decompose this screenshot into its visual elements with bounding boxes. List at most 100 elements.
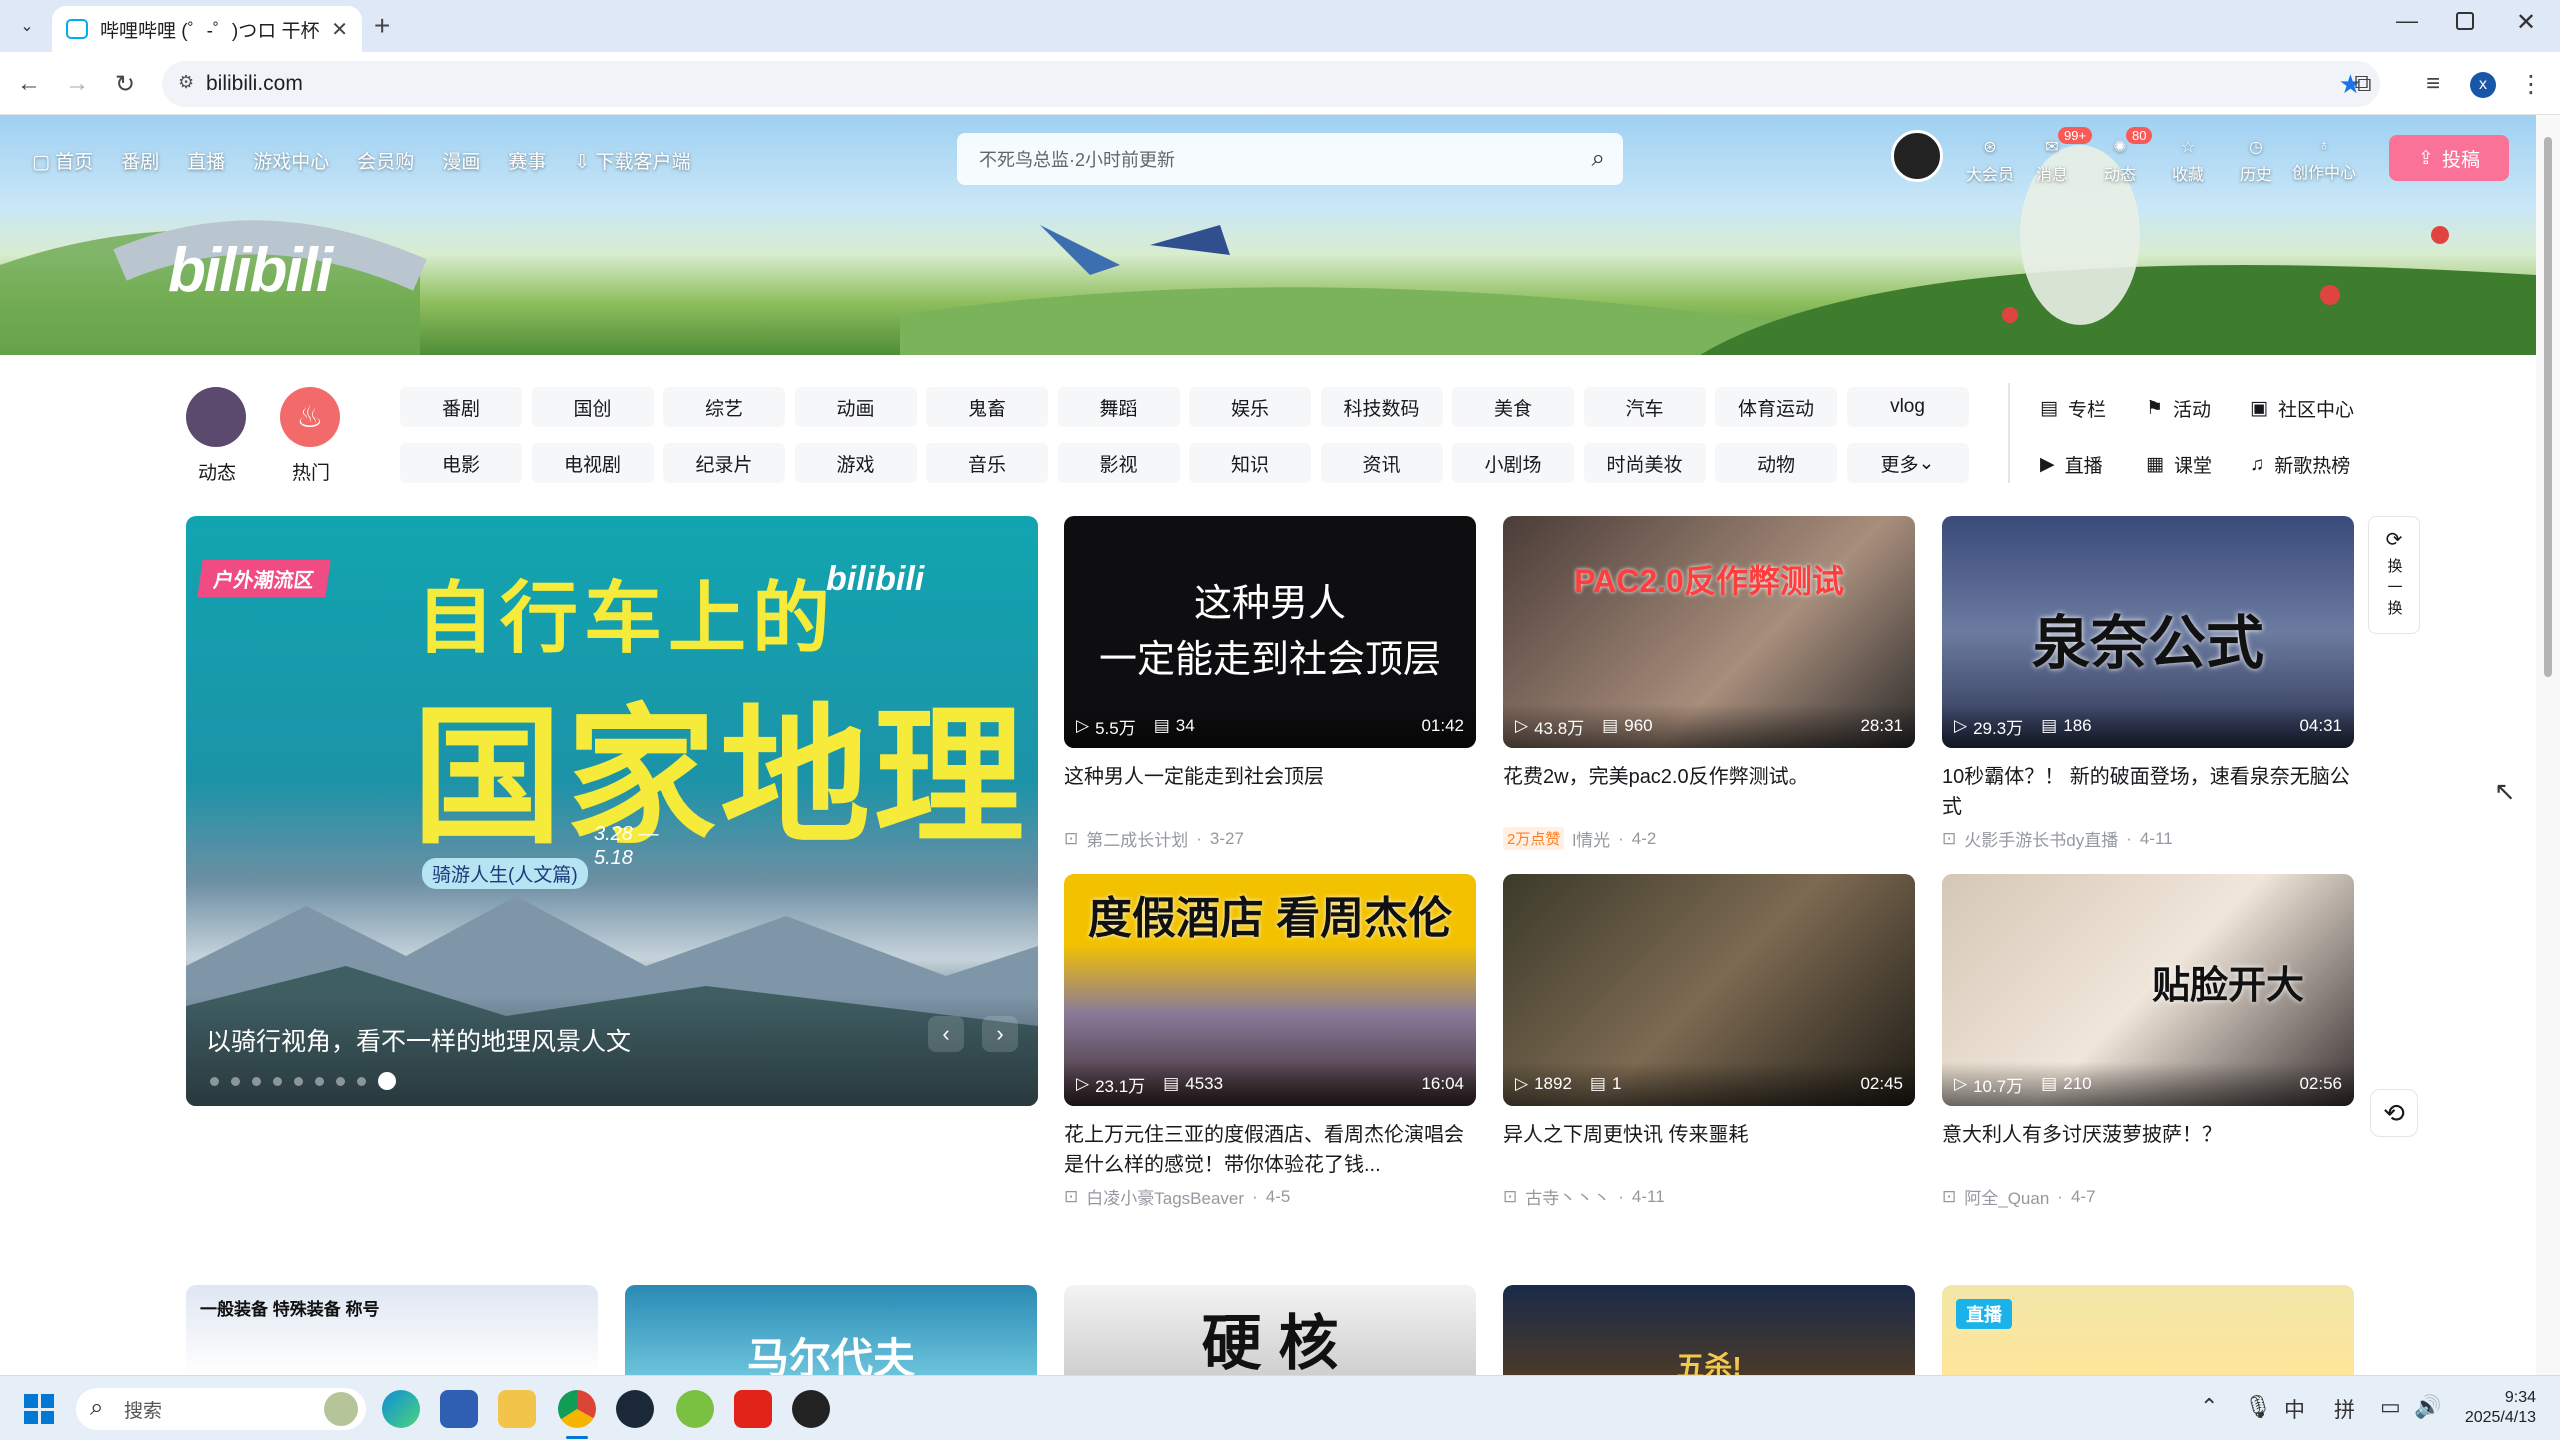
refresh-button[interactable]: ⟳ 换一换 — [2368, 516, 2420, 634]
video-card[interactable]: 贴脸开大 ▷ 10.7万 ▤ 210 02:56 意大利人有多讨厌菠萝披萨！？ ⊡ 阿全_Qua… — [1942, 874, 2354, 1209]
side-link-activity[interactable]: ⚑ 活动 — [2146, 395, 2211, 422]
video-thumbnail[interactable]: 泉奈公式 ▷ 29.3万 ▤ 186 04:31 — [1942, 516, 2354, 748]
carousel-dot[interactable] — [231, 1076, 240, 1086]
page-scrollbar[interactable] — [2536, 115, 2560, 1375]
video-card[interactable]: 直播 — [1942, 1285, 2354, 1375]
channel-variety[interactable]: 综艺 — [663, 387, 785, 427]
nav-manga[interactable]: 漫画 — [442, 147, 480, 174]
steam-icon[interactable] — [616, 1390, 654, 1428]
carousel-prev-button[interactable]: ‹ — [928, 1016, 964, 1052]
search-input[interactable]: 不死鸟总监·2小时前更新 ⌕ — [957, 133, 1623, 185]
site-info-icon[interactable]: ⚙ — [178, 72, 194, 93]
tray-chevron-icon[interactable]: ⌃ — [2200, 1394, 2218, 1420]
carousel-dot[interactable] — [210, 1076, 219, 1086]
channel-music[interactable]: 音乐 — [926, 443, 1048, 483]
microphone-icon[interactable]: 🎙 — [2244, 1394, 2272, 1420]
side-link-music-chart[interactable]: ♫ 新歌热榜 — [2250, 451, 2350, 478]
netease-music-icon[interactable] — [734, 1390, 772, 1428]
ime-pinyin[interactable]: 拼 — [2334, 1394, 2355, 1424]
channel-entertainment[interactable]: 娱乐 — [1189, 387, 1311, 427]
channel-car[interactable]: 汽车 — [1583, 387, 1706, 427]
forward-icon[interactable]: → — [58, 65, 96, 103]
carousel-dot[interactable] — [378, 1072, 396, 1090]
extensions-icon[interactable]: ⧉ — [2344, 65, 2382, 103]
video-title[interactable]: 这种男人一定能走到社会顶层 — [1064, 762, 1476, 822]
side-link-column[interactable]: ▤ 专栏 — [2040, 395, 2106, 422]
quick-dynamic-label[interactable]: 动态 — [198, 458, 236, 485]
video-thumbnail[interactable]: ▷ 1892 ▤ 1 02:45 — [1503, 874, 1915, 1106]
video-uploader-row[interactable]: ⊡ 阿全_Quan · 4-7 — [1942, 1184, 2354, 1209]
video-thumbnail[interactable]: 贴脸开大 ▷ 10.7万 ▤ 210 02:56 — [1942, 874, 2354, 1106]
channel-vlog[interactable]: vlog — [1846, 387, 1969, 427]
channel-more[interactable]: 更多 ⌄ — [1846, 443, 1969, 483]
taskbar-search[interactable]: ⌕ 搜索 — [76, 1388, 366, 1430]
channel-tv[interactable]: 电视剧 — [531, 443, 654, 483]
nav-live[interactable]: 直播 — [187, 147, 225, 174]
side-link-live[interactable]: ▶ 直播 — [2040, 451, 2103, 478]
quick-hot-label[interactable]: 热门 — [292, 458, 330, 485]
channel-sports[interactable]: 体育运动 — [1715, 387, 1837, 427]
edge-icon[interactable] — [382, 1390, 420, 1428]
profile-avatar[interactable]: x — [2470, 72, 2496, 98]
video-title[interactable]: 异人之下周更快讯 传来噩耗 — [1503, 1120, 1915, 1180]
channel-knowledge[interactable]: 知识 — [1189, 443, 1311, 483]
file-explorer-icon[interactable] — [498, 1390, 536, 1428]
video-card[interactable]: PAC2.0反作弊测试 ▷ 43.8万 ▤ 960 28:31 花费2w，完美pac2.0反… — [1503, 516, 1915, 851]
video-card[interactable]: ▷ 1892 ▤ 1 02:45 异人之下周更快讯 传来噩耗 ⊡ 古寺丶丶丶 · 4-11 — [1503, 874, 1915, 1209]
nav-game-center[interactable]: 游戏中心 — [253, 147, 329, 174]
video-thumbnail[interactable]: 这种男人 一定能走到社会顶层 ▷ 5.5万 ▤ 34 01:42 — [1064, 516, 1476, 748]
video-card[interactable]: 一般装备 特殊装备 称号 — [186, 1285, 598, 1375]
close-window-icon[interactable]: ✕ — [2516, 8, 2536, 37]
carousel-next-button[interactable]: › — [982, 1016, 1018, 1052]
nav-download[interactable]: ⇩ 下载客户端 — [574, 147, 690, 174]
video-card[interactable]: 度假酒店 看周杰伦 ▷ 23.1万 ▤ 4533 16:04 花上万元住三亚的度假酒店、看周… — [1064, 874, 1476, 1209]
side-link-community[interactable]: ▣ 社区中心 — [2250, 395, 2354, 422]
video-title[interactable]: 意大利人有多讨厌菠萝披萨！？ — [1942, 1120, 2354, 1180]
restore-icon[interactable] — [2456, 12, 2474, 30]
nav-esports[interactable]: 赛事 — [508, 147, 546, 174]
channel-short-drama[interactable]: 小剧场 — [1452, 443, 1574, 483]
channel-fashion[interactable]: 时尚美妆 — [1583, 443, 1706, 483]
back-icon[interactable]: ← — [10, 65, 48, 103]
channel-tech[interactable]: 科技数码 — [1320, 387, 1443, 427]
carousel-title[interactable]: 以骑行视角，看不一样的地理风景人文 — [206, 1022, 631, 1058]
carousel-dot[interactable] — [252, 1076, 261, 1086]
channel-animation[interactable]: 动画 — [794, 387, 917, 427]
taskbar-clock[interactable]: 9:34 2025/4/13 — [2456, 1388, 2536, 1428]
nav-favorite[interactable]: ☆ 收藏 — [2172, 137, 2204, 185]
media-control-icon[interactable]: ≡ — [2414, 65, 2452, 103]
channel-dance[interactable]: 舞蹈 — [1057, 387, 1180, 427]
store-icon[interactable] — [440, 1390, 478, 1428]
bilibili-logo[interactable]: bilibili — [168, 235, 333, 306]
video-thumbnail[interactable]: PAC2.0反作弊测试 ▷ 43.8万 ▤ 960 28:31 — [1503, 516, 1915, 748]
browser-tab-active[interactable]: 哔哩哔哩 (゜-゜)つロ 干杯~-bilibili ✕ — [52, 6, 362, 52]
video-title[interactable]: 花费2w，完美pac2.0反作弊测试。 — [1503, 762, 1915, 822]
scrollbar-thumb[interactable] — [2544, 137, 2552, 677]
frog-app-icon[interactable] — [676, 1390, 714, 1428]
video-title[interactable]: 花上万元住三亚的度假酒店、看周杰伦演唱会是什么样的感觉！带你体验花了钱... — [1064, 1120, 1476, 1180]
nav-vip[interactable]: ⊛ 大会员 — [1966, 137, 2014, 185]
channel-animal[interactable]: 动物 — [1715, 443, 1837, 483]
channel-game[interactable]: 游戏 — [794, 443, 917, 483]
video-card[interactable]: 硬 核 — [1064, 1285, 1476, 1375]
volume-icon[interactable]: 🔊 — [2414, 1394, 2441, 1420]
video-uploader-row[interactable]: ⊡ 古寺丶丶丶 · 4-11 — [1503, 1184, 1915, 1209]
video-card[interactable]: 马尔代夫 — [625, 1285, 1037, 1375]
app-icon[interactable] — [792, 1390, 830, 1428]
back-to-top-button[interactable]: ⟲ — [2370, 1089, 2418, 1137]
channel-food[interactable]: 美食 — [1452, 387, 1574, 427]
carousel[interactable]: 户外潮流区 bilibili 自行车上的 国家地理 3.28 — 5.18 骑游… — [186, 516, 1038, 1106]
ime-mode[interactable]: 中 — [2284, 1394, 2305, 1424]
nav-history[interactable]: ◷ 历史 — [2240, 137, 2272, 185]
carousel-dot[interactable] — [315, 1076, 324, 1086]
video-thumbnail[interactable]: 度假酒店 看周杰伦 ▷ 23.1万 ▤ 4533 16:04 — [1064, 874, 1476, 1106]
user-avatar[interactable] — [1891, 130, 1943, 182]
carousel-dot[interactable] — [336, 1076, 345, 1086]
channel-news[interactable]: 资讯 — [1320, 443, 1443, 483]
network-icon[interactable]: ▭ — [2380, 1394, 2401, 1420]
hot-fire-icon[interactable]: ♨ — [280, 387, 340, 447]
carousel-dot[interactable] — [273, 1076, 282, 1086]
nav-message[interactable]: 99+ ✉ 消息 — [2036, 127, 2093, 185]
tab-close-icon[interactable]: ✕ — [331, 17, 348, 42]
side-link-course[interactable]: ▦ 课堂 — [2146, 451, 2212, 478]
